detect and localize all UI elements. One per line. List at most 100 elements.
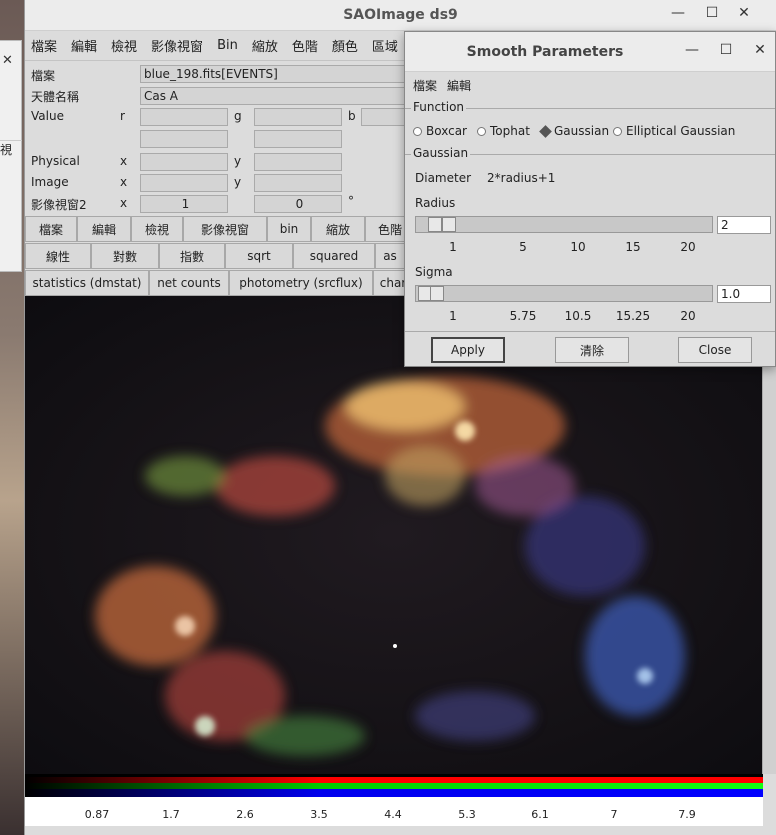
maximize-icon[interactable]: ☐ (715, 42, 737, 58)
function-label: Function (411, 100, 467, 114)
radius-slider-handle[interactable] (428, 217, 442, 232)
radius-tick: 15 (625, 240, 641, 254)
close-icon[interactable]: ✕ (749, 42, 771, 58)
colorbar-tick: 7.9 (678, 808, 696, 821)
value-label: Value (31, 109, 64, 123)
radio-elliptical-gaussian[interactable]: Elliptical Gaussian (613, 124, 735, 138)
dialog-menu-edit[interactable]: 編輯 (447, 77, 471, 94)
minimize-icon[interactable]: — (681, 42, 703, 58)
clear-button[interactable]: 清除 (555, 337, 629, 363)
btn-file[interactable]: 檔案 (25, 216, 77, 242)
background-window-panel (0, 81, 22, 141)
btn-squared[interactable]: squared (293, 243, 375, 269)
image-y-label: y (234, 175, 242, 189)
btn-sqrt[interactable]: sqrt (225, 243, 293, 269)
radio-boxcar[interactable]: Boxcar (413, 124, 467, 138)
menu-color[interactable]: 顏色 (332, 36, 358, 55)
radius-slider[interactable] (415, 216, 713, 233)
btn-linear[interactable]: 線性 (25, 243, 91, 269)
btn-statistics[interactable]: statistics (dmstat) (25, 270, 149, 296)
menu-edit[interactable]: 編輯 (71, 36, 97, 55)
object-label: 天體名稱 (31, 90, 80, 104)
radio-label: Gaussian (554, 124, 610, 138)
sigma-slider-handle-right[interactable] (430, 286, 444, 301)
btn-pow[interactable]: 指數 (159, 243, 225, 269)
gaussian-label: Gaussian (411, 146, 471, 160)
physical-y-label: y (234, 154, 242, 168)
btn-log[interactable]: 對數 (91, 243, 159, 269)
radio-tophat[interactable]: Tophat (477, 124, 530, 138)
diameter-label: Diameter (415, 171, 472, 185)
function-section: Function (405, 100, 775, 114)
r-label: r (120, 109, 125, 123)
sigma-tick: 15.25 (615, 309, 651, 323)
radio-gaussian[interactable]: Gaussian (539, 124, 610, 138)
radius-slider-handle-right[interactable] (442, 217, 456, 232)
dialog-title-bar: Smooth Parameters — ☐ ✕ (405, 32, 775, 72)
sigma-tick: 1 (449, 309, 457, 323)
btn-asinh[interactable]: as (375, 243, 405, 269)
menu-scale[interactable]: 色階 (292, 36, 318, 55)
colorbar-tick: 4.4 (384, 808, 402, 821)
minimize-icon[interactable]: — (667, 5, 689, 21)
sigma-input[interactable]: 1.0 (717, 285, 771, 303)
sigma-tick: 5.75 (509, 309, 537, 323)
image-scrollbar[interactable] (762, 296, 776, 774)
frame-x-label: x (120, 196, 128, 210)
colorbar-tick: 6.1 (531, 808, 549, 821)
btn-photometry[interactable]: photometry (srcflux) (229, 270, 373, 296)
frame-label: 影像視窗2 (31, 198, 87, 212)
b-label: b (348, 109, 356, 123)
menu-view[interactable]: 檢視 (111, 36, 137, 55)
close-button[interactable]: Close (678, 337, 752, 363)
button-bar-row-2: 線性 對數 指數 sqrt squared as (25, 243, 405, 269)
smooth-parameters-dialog: Smooth Parameters — ☐ ✕ 檔案 編輯 Function B… (404, 31, 776, 367)
btn-bin[interactable]: bin (267, 216, 311, 242)
close-icon[interactable]: ✕ (2, 53, 13, 68)
menu-frame[interactable]: 影像視窗 (151, 36, 203, 55)
file-label: 檔案 (31, 69, 56, 83)
radio-unchecked-icon (413, 126, 422, 136)
apply-button[interactable]: Apply (431, 337, 505, 363)
background-window-label: 視 (0, 143, 13, 157)
menu-file[interactable]: 檔案 (31, 36, 57, 55)
frame-value-2: 0 (254, 195, 342, 213)
sigma-slider[interactable] (415, 285, 713, 302)
btn-view[interactable]: 檢視 (131, 216, 183, 242)
btn-edit[interactable]: 編輯 (77, 216, 131, 242)
gaussian-section: Gaussian (405, 146, 775, 160)
colorbar-blue (25, 789, 763, 797)
radius-tick: 10 (570, 240, 586, 254)
object-value: Cas A (140, 87, 410, 105)
radio-unchecked-icon (613, 126, 622, 136)
btn-net-counts[interactable]: net counts (149, 270, 229, 296)
physical-x-value (140, 153, 228, 171)
title-bar: SAOImage ds9 — ☐ ✕ (25, 0, 776, 31)
maximize-icon[interactable]: ☐ (701, 5, 723, 21)
btn-frame[interactable]: 影像視窗 (183, 216, 267, 242)
radio-label: Boxcar (426, 124, 467, 138)
radius-tick: 1 (449, 240, 457, 254)
image-canvas[interactable] (25, 296, 763, 774)
radius-input[interactable]: 2 (717, 216, 771, 234)
frame-value-1: 1 (140, 195, 228, 213)
diameter-value: 2*radius+1 (487, 171, 556, 185)
colorbar-tick: 1.7 (162, 808, 180, 821)
dialog-menu-bar: 檔案 編輯 (405, 72, 775, 98)
value-box-3 (254, 130, 342, 148)
colorbar-tick: 0.87 (84, 808, 110, 821)
radius-tick: 5 (519, 240, 527, 254)
colorbar-tick: 2.6 (236, 808, 254, 821)
menu-bin[interactable]: Bin (217, 38, 238, 53)
btn-zoom[interactable]: 縮放 (311, 216, 365, 242)
colorbar-tick: 5.3 (458, 808, 476, 821)
image-y-value (254, 174, 342, 192)
close-icon[interactable]: ✕ (733, 5, 755, 21)
sigma-label: Sigma (415, 265, 453, 279)
menu-zoom[interactable]: 縮放 (252, 36, 278, 55)
file-value: blue_198.fits[EVENTS] (140, 65, 410, 83)
menu-region[interactable]: 區域 (372, 36, 398, 55)
dialog-menu-file[interactable]: 檔案 (413, 77, 437, 94)
radius-tick: 20 (680, 240, 696, 254)
value-box-2 (140, 130, 228, 148)
